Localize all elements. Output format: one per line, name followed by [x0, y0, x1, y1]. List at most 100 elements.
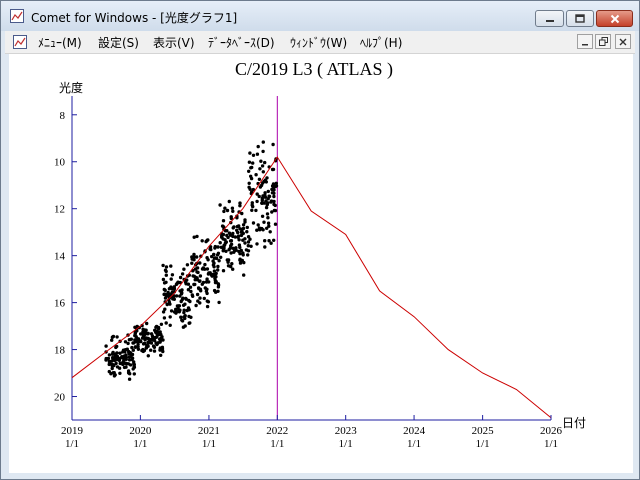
observation-point: [115, 365, 120, 369]
observation-point: [213, 280, 218, 285]
y-tick-label: 20: [54, 392, 66, 404]
observation-point: [261, 149, 265, 154]
observation-point: [161, 277, 166, 282]
observation-point: [256, 144, 260, 149]
observation-point: [264, 205, 269, 210]
observation-point: [262, 220, 266, 224]
menu-view[interactable]: 表示(V): [153, 34, 195, 51]
observation-point: [110, 366, 114, 371]
observation-point: [243, 237, 247, 241]
observation-point: [118, 351, 122, 355]
observation-point: [257, 177, 262, 181]
observation-point: [272, 199, 276, 204]
close-button[interactable]: [596, 10, 633, 27]
observation-point: [190, 261, 194, 265]
observation-point: [130, 345, 134, 350]
observation-point: [197, 279, 202, 283]
observation-point: [236, 234, 241, 238]
observation-point: [212, 252, 216, 257]
observation-point: [216, 251, 221, 255]
observation-point: [247, 160, 252, 164]
menu-settings[interactable]: 設定(S): [98, 34, 139, 51]
observation-point: [115, 335, 119, 339]
minimize-icon: [545, 19, 554, 22]
observation-point: [233, 235, 237, 239]
observation-point: [227, 248, 231, 252]
observation-point: [142, 332, 146, 336]
menu-menu[interactable]: ﾒﾆｭｰ(M): [38, 34, 82, 51]
observation-point: [164, 294, 169, 298]
observation-point: [162, 281, 167, 285]
observation-point: [193, 282, 197, 287]
y-tick-label: 14: [54, 251, 66, 263]
observation-point: [169, 285, 173, 289]
observation-point: [251, 204, 255, 209]
observation-point: [203, 262, 207, 267]
observation-point: [254, 208, 258, 213]
observation-point: [249, 244, 253, 248]
observation-point: [195, 270, 199, 274]
observation-point: [251, 161, 255, 165]
observation-point: [195, 292, 200, 297]
x-tick-day-label: 1/1: [544, 438, 558, 450]
observation-point: [250, 201, 254, 205]
observation-point: [248, 237, 252, 241]
observation-point: [216, 283, 221, 287]
title-bar[interactable]: Comet for Windows - [光度グラフ1]: [1, 1, 639, 31]
observation-point: [164, 269, 168, 274]
observation-point: [221, 269, 226, 273]
observation-point: [180, 272, 185, 276]
observation-point: [194, 303, 198, 308]
observation-point: [145, 321, 149, 326]
observation-point: [245, 225, 249, 230]
minimize-button[interactable]: [535, 10, 564, 27]
observation-point: [184, 282, 188, 286]
y-tick-label: 8: [60, 110, 66, 122]
observation-point: [182, 267, 186, 271]
observation-point: [136, 340, 140, 344]
magnitude-chart[interactable]: C/2019 L3 ( ATLAS ) 光度 日付 81012141618202…: [9, 54, 633, 473]
y-tick-label: 18: [54, 345, 66, 357]
observation-point: [115, 358, 119, 362]
observation-point: [180, 288, 184, 292]
mdi-minimize-button[interactable]: [577, 34, 593, 49]
observation-point: [216, 268, 220, 272]
x-tick-day-label: 1/1: [270, 438, 284, 450]
observation-point: [265, 212, 270, 216]
close-icon: [619, 38, 627, 45]
y-axis-label: 光度: [59, 80, 83, 95]
observation-point: [183, 316, 187, 321]
mdi-close-button[interactable]: [615, 34, 631, 49]
observation-point: [152, 349, 157, 353]
observation-point: [266, 201, 270, 205]
observation-point: [164, 321, 168, 325]
observation-point: [168, 323, 172, 327]
observation-point: [269, 200, 273, 204]
menu-database[interactable]: ﾃﾞｰﾀﾍﾞｰｽ(D): [208, 34, 275, 51]
observation-point: [237, 243, 242, 247]
observation-point: [107, 369, 112, 374]
observation-point: [266, 189, 270, 194]
observation-point: [108, 360, 112, 364]
observation-point: [164, 273, 168, 277]
observation-point: [149, 348, 153, 352]
document-graph-icon[interactable]: [13, 35, 27, 49]
observation-point: [217, 300, 221, 305]
maximize-button[interactable]: [566, 10, 594, 27]
observation-point: [270, 210, 274, 214]
observation-point: [182, 308, 186, 312]
observation-point: [260, 226, 264, 231]
observation-point: [267, 224, 271, 228]
observation-point: [272, 191, 276, 195]
mdi-restore-button[interactable]: [595, 34, 611, 49]
comet-graph-icon[interactable]: [10, 9, 24, 23]
observation-point: [111, 334, 116, 339]
observation-point: [229, 251, 233, 255]
observation-point: [168, 302, 172, 306]
observation-point: [246, 253, 250, 257]
observation-point: [198, 261, 202, 265]
observation-point: [207, 271, 211, 275]
observation-point: [221, 219, 226, 223]
menu-help[interactable]: ﾍﾙﾌﾟ(H): [360, 34, 402, 51]
menu-window[interactable]: ｳｨﾝﾄﾞｳ(W): [290, 34, 347, 51]
